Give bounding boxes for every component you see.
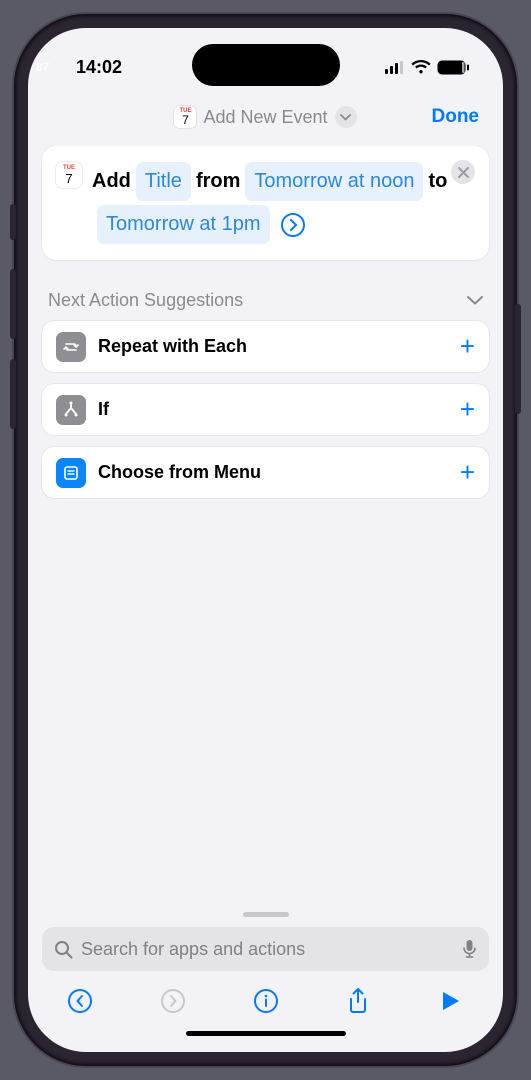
search-input[interactable] xyxy=(81,939,454,960)
wifi-icon xyxy=(411,60,431,74)
toolbar xyxy=(42,971,489,1023)
drag-handle[interactable] xyxy=(243,912,289,917)
repeat-icon xyxy=(56,332,86,362)
branch-icon xyxy=(56,395,86,425)
suggestion-label: If xyxy=(98,399,460,420)
suggestion-label: Repeat with Each xyxy=(98,336,460,357)
suggestion-menu[interactable]: Choose from Menu + xyxy=(42,447,489,498)
expand-button[interactable] xyxy=(281,213,305,237)
add-icon[interactable]: + xyxy=(460,394,475,425)
start-date-token[interactable]: Tomorrow at noon xyxy=(245,162,423,201)
nav-title-button[interactable]: TUE 7 Add New Event xyxy=(174,106,356,128)
action-card[interactable]: TUE 7 Add Title from Tomorrow at noon to… xyxy=(42,146,489,260)
title-token[interactable]: Title xyxy=(136,162,191,201)
done-button[interactable]: Done xyxy=(432,106,480,128)
search-icon xyxy=(54,940,73,959)
dynamic-island xyxy=(192,44,340,86)
calendar-app-icon: TUE 7 xyxy=(56,162,82,188)
add-icon[interactable]: + xyxy=(460,331,475,362)
calendar-icon: TUE 7 xyxy=(174,106,196,128)
action-word-to: to xyxy=(428,164,447,199)
suggestion-if[interactable]: If + xyxy=(42,384,489,435)
info-button[interactable] xyxy=(252,987,280,1015)
suggestion-repeat[interactable]: Repeat with Each + xyxy=(42,321,489,372)
nav-bar: TUE 7 Add New Event Done xyxy=(28,92,503,146)
action-word-from: from xyxy=(196,164,240,199)
redo-button xyxy=(159,987,187,1015)
battery-icon: 87 xyxy=(437,60,469,75)
chevron-down-icon xyxy=(335,106,357,128)
action-word-add: Add xyxy=(92,164,131,199)
clear-button[interactable] xyxy=(451,160,475,184)
add-icon[interactable]: + xyxy=(460,457,475,488)
undo-button[interactable] xyxy=(66,987,94,1015)
clock: 14:02 xyxy=(76,57,122,78)
cellular-icon xyxy=(385,61,405,74)
end-date-token[interactable]: Tomorrow at 1pm xyxy=(97,205,270,244)
page-title: Add New Event xyxy=(203,107,327,128)
suggestion-label: Choose from Menu xyxy=(98,462,460,483)
menu-icon xyxy=(56,458,86,488)
play-button[interactable] xyxy=(437,987,465,1015)
mic-icon[interactable] xyxy=(462,939,477,959)
search-bar[interactable] xyxy=(42,927,489,971)
battery-percent: 87 xyxy=(28,60,57,74)
share-button[interactable] xyxy=(344,987,372,1015)
home-indicator[interactable] xyxy=(186,1031,346,1036)
collapse-icon[interactable] xyxy=(467,296,483,305)
section-header: Next Action Suggestions xyxy=(48,290,243,311)
